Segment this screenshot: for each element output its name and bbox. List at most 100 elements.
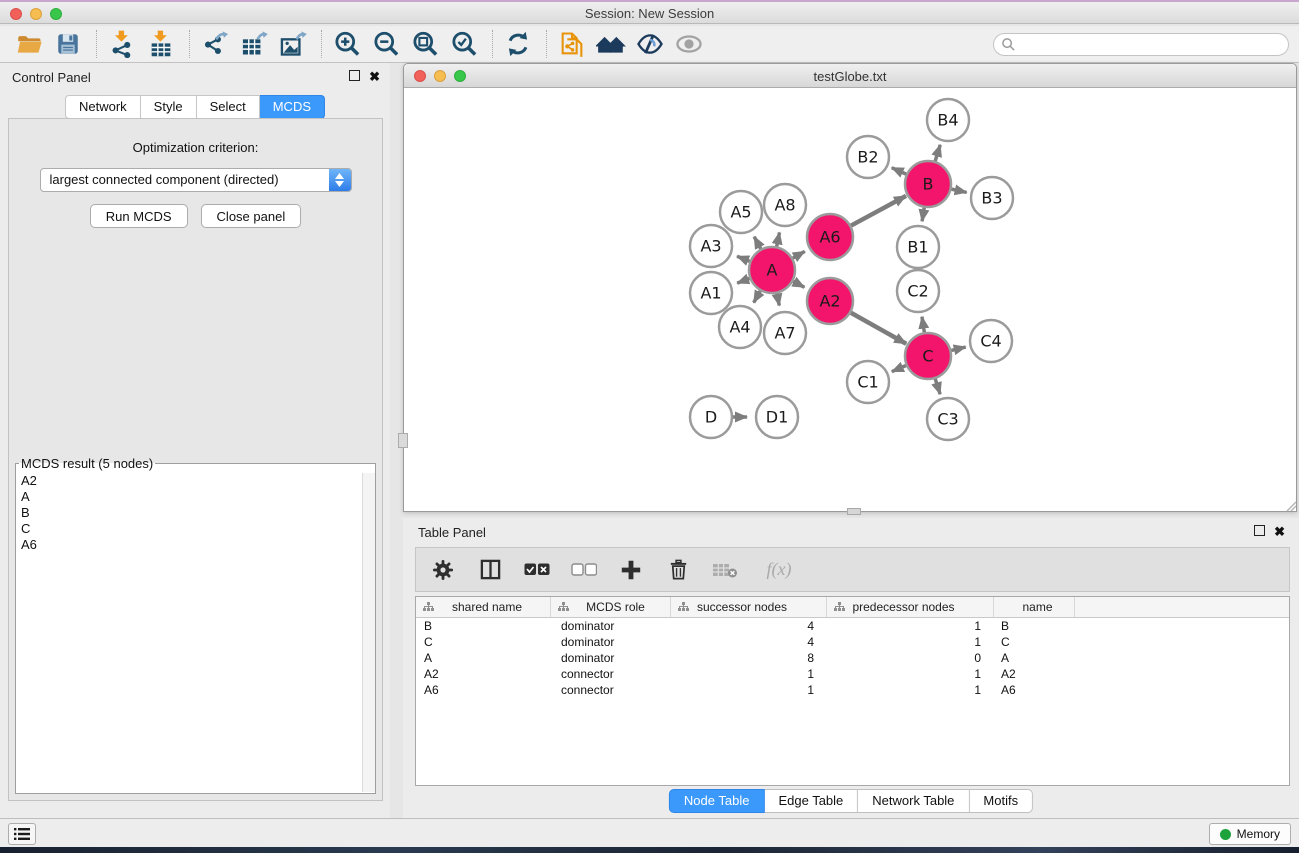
- zoom-out-button[interactable]: [371, 29, 401, 59]
- table-row[interactable]: A2connector11A2: [416, 666, 1289, 682]
- float-panel-icon[interactable]: [349, 70, 360, 81]
- delete-table-button[interactable]: [712, 557, 738, 583]
- network-from-selection-button[interactable]: [557, 29, 587, 59]
- tab-network[interactable]: Network: [65, 95, 141, 119]
- table-cell[interactable]: 1: [827, 667, 994, 681]
- table-cell[interactable]: 1: [671, 683, 827, 697]
- table-cell[interactable]: dominator: [551, 619, 671, 633]
- column-header-mcds-role[interactable]: MCDS role: [551, 597, 671, 617]
- tab-edge-table[interactable]: Edge Table: [764, 789, 858, 813]
- float-panel-icon[interactable]: [1254, 525, 1265, 536]
- task-history-button[interactable]: [8, 823, 36, 845]
- run-mcds-button[interactable]: Run MCDS: [90, 204, 188, 228]
- graph-edge-C-C1[interactable]: [892, 366, 906, 372]
- graph-edge-C-C2[interactable]: [922, 317, 924, 333]
- splitpane-handle-bottom[interactable]: [847, 508, 861, 515]
- network-canvas[interactable]: B4B2BB3A5A8A6B1A3AA1C2A2A4A7C4CC1C3DD1: [404, 88, 1296, 511]
- table-cell[interactable]: A6: [416, 683, 551, 697]
- graph-edge-A-A4[interactable]: [754, 291, 761, 303]
- export-table-button[interactable]: [239, 29, 269, 59]
- table-cell[interactable]: A6: [994, 683, 1075, 697]
- table-row[interactable]: Cdominator41C: [416, 634, 1289, 650]
- criterion-select[interactable]: largest connected component (directed): [40, 168, 352, 192]
- table-cell[interactable]: 1: [827, 619, 994, 633]
- graph-edge-B-B1[interactable]: [922, 208, 924, 222]
- table-cell[interactable]: 0: [827, 651, 994, 665]
- zoom-selected-button[interactable]: [449, 29, 479, 59]
- tab-motifs[interactable]: Motifs: [969, 789, 1033, 813]
- table-cell[interactable]: A: [994, 651, 1075, 665]
- splitpane-handle-left[interactable]: [398, 433, 408, 448]
- table-cell[interactable]: C: [994, 635, 1075, 649]
- column-header-name[interactable]: name: [994, 597, 1075, 617]
- close-panel-button[interactable]: Close panel: [201, 204, 302, 228]
- close-panel-icon[interactable]: ✖: [1274, 524, 1285, 540]
- split-panel-button[interactable]: [477, 557, 503, 583]
- import-table-button[interactable]: [146, 29, 176, 59]
- result-list-item[interactable]: B: [16, 505, 362, 521]
- open-file-button[interactable]: [14, 29, 44, 59]
- fit-content-button[interactable]: [410, 29, 440, 59]
- tab-select[interactable]: Select: [197, 95, 260, 119]
- table-cell[interactable]: dominator: [551, 635, 671, 649]
- save-session-button[interactable]: [53, 29, 83, 59]
- search-input[interactable]: [993, 33, 1289, 56]
- table-cell[interactable]: C: [416, 635, 551, 649]
- table-cell[interactable]: B: [994, 619, 1075, 633]
- graph-edge-C-C4[interactable]: [951, 347, 965, 350]
- table-cell[interactable]: connector: [551, 667, 671, 681]
- table-row[interactable]: A6connector11A6: [416, 682, 1289, 698]
- resize-grip-icon[interactable]: [1284, 499, 1296, 511]
- delete-column-button[interactable]: [665, 557, 691, 583]
- table-cell[interactable]: 1: [827, 635, 994, 649]
- result-list-item[interactable]: A6: [16, 537, 362, 553]
- mcds-result-list[interactable]: A2ABCA6: [16, 473, 362, 793]
- result-list-item[interactable]: A: [16, 489, 362, 505]
- column-header-successor-nodes[interactable]: successor nodes: [671, 597, 827, 617]
- table-cell[interactable]: A2: [994, 667, 1075, 681]
- table-cell[interactable]: 1: [671, 667, 827, 681]
- table-row[interactable]: Adominator80A: [416, 650, 1289, 666]
- table-cell[interactable]: A: [416, 651, 551, 665]
- apply-function-button[interactable]: f(x): [759, 557, 799, 583]
- column-header-predecessor-nodes[interactable]: predecessor nodes: [827, 597, 994, 617]
- tab-mcds[interactable]: MCDS: [260, 95, 325, 119]
- column-header-shared-name[interactable]: shared name: [416, 597, 551, 617]
- export-image-button[interactable]: [278, 29, 308, 59]
- tab-style[interactable]: Style: [141, 95, 197, 119]
- graph-edge-A-A1[interactable]: [737, 278, 749, 283]
- graph-edge-A-A8[interactable]: [777, 232, 780, 246]
- table-cell[interactable]: connector: [551, 683, 671, 697]
- graph-edge-B-B3[interactable]: [951, 189, 966, 192]
- tab-node-table[interactable]: Node Table: [669, 789, 765, 813]
- table-cell[interactable]: dominator: [551, 651, 671, 665]
- import-network-button[interactable]: [107, 29, 137, 59]
- network-graph[interactable]: B4B2BB3A5A8A6B1A3AA1C2A2A4A7C4CC1C3DD1: [404, 88, 1296, 511]
- zoom-in-button[interactable]: [332, 29, 362, 59]
- graph-edge-A6-B[interactable]: [851, 196, 906, 226]
- network-overview-button[interactable]: [596, 29, 626, 59]
- deselect-all-columns-button[interactable]: [571, 557, 597, 583]
- table-cell[interactable]: 8: [671, 651, 827, 665]
- memory-button[interactable]: Memory: [1209, 823, 1291, 845]
- graph-edge-B-B2[interactable]: [892, 168, 906, 174]
- graph-edge-A2-C[interactable]: [851, 313, 906, 344]
- close-panel-icon[interactable]: ✖: [369, 69, 380, 85]
- select-all-columns-button[interactable]: [524, 557, 550, 583]
- table-cell[interactable]: 4: [671, 619, 827, 633]
- network-window-titlebar[interactable]: testGlobe.txt: [404, 64, 1296, 88]
- table-cell[interactable]: A2: [416, 667, 551, 681]
- add-column-button[interactable]: [618, 557, 644, 583]
- export-network-button[interactable]: [200, 29, 230, 59]
- graph-edge-A-A6[interactable]: [793, 251, 805, 258]
- table-cell[interactable]: 4: [671, 635, 827, 649]
- tab-network-table[interactable]: Network Table: [858, 789, 969, 813]
- graph-edge-A-A5[interactable]: [754, 237, 760, 249]
- graph-edge-A-A2[interactable]: [793, 281, 804, 287]
- graph-edge-B-B4[interactable]: [935, 145, 940, 161]
- table-cell[interactable]: 1: [827, 683, 994, 697]
- graph-edge-C-C3[interactable]: [935, 379, 940, 394]
- birds-eye-view-button[interactable]: [674, 29, 704, 59]
- toggle-graphics-details-button[interactable]: [635, 29, 665, 59]
- graph-edge-A-A7[interactable]: [777, 294, 779, 306]
